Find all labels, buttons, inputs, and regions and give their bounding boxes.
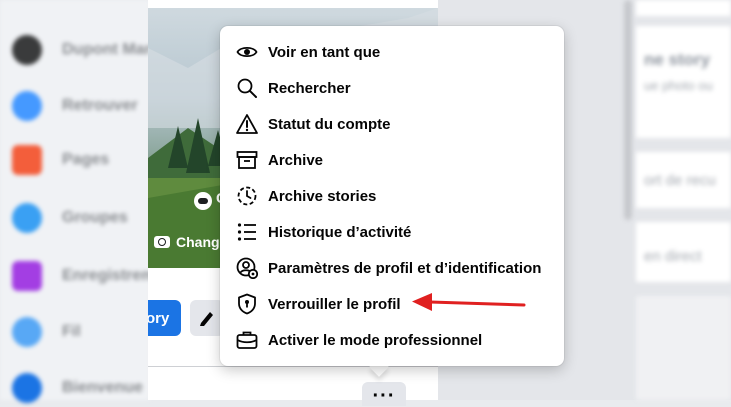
menu-item-label: Statut du compte	[268, 115, 391, 133]
camera-icon	[154, 236, 170, 248]
sidebar-item-label: Retrouver	[62, 97, 138, 114]
right-card[interactable]: ort de recu	[636, 152, 731, 208]
add-story-label: ory	[148, 309, 170, 327]
change-cover-button[interactable]: Chang	[154, 234, 220, 250]
annotation-arrow-icon	[412, 293, 526, 311]
eye-icon	[234, 39, 260, 65]
story-card-title: ne story	[644, 50, 711, 69]
sidebar-item-pages[interactable]: Pages	[12, 142, 109, 178]
feed-icon	[12, 317, 42, 347]
menu-item-archive[interactable]: Archive	[228, 142, 556, 178]
bookmark-icon	[12, 261, 42, 291]
change-cover-label: Chang	[176, 234, 220, 250]
menu-item-label: Archive	[268, 151, 324, 169]
right-card-text: ort de recu	[644, 172, 716, 189]
facebook-icon	[12, 373, 42, 403]
story-card[interactable]: ne story ue photo ou	[636, 26, 731, 138]
sidebar-item-label: Groupes	[62, 209, 128, 226]
archive-box-icon	[234, 147, 260, 173]
groups-icon	[12, 203, 42, 233]
menu-item-archive-stories[interactable]: Archive stories	[228, 178, 556, 214]
sidebar-item-feed[interactable]: Fil	[12, 314, 81, 350]
right-card	[636, 0, 731, 16]
more-options-button[interactable]: ···	[362, 382, 406, 406]
shield-lock-icon	[234, 291, 260, 317]
menu-item-search[interactable]: Rechercher	[228, 70, 556, 106]
flag-icon	[12, 145, 42, 175]
sidebar-item-welcome[interactable]: Bienvenue	[12, 370, 143, 406]
menu-item-view-as[interactable]: Voir en tant que	[228, 34, 556, 70]
sidebar-item-label: Bienvenue	[62, 379, 143, 396]
menu-item-profile-settings[interactable]: Paramètres de profil et d’identification	[228, 250, 556, 286]
edit-profile-button[interactable]	[190, 300, 224, 336]
list-icon	[234, 219, 260, 245]
briefcase-icon	[234, 327, 260, 353]
menu-item-label: Voir en tant que	[268, 43, 381, 61]
scrollbar[interactable]	[624, 0, 632, 220]
menu-item-label: Activer le mode professionnel	[268, 331, 483, 349]
divider	[148, 366, 438, 367]
sidebar-item-groups[interactable]: Groupes	[12, 200, 128, 236]
menu-item-activity-log[interactable]: Historique d’activité	[228, 214, 556, 250]
search-icon	[234, 75, 260, 101]
avatar	[12, 35, 42, 65]
menu-item-label: Archive stories	[268, 187, 377, 205]
right-card[interactable]: en direct	[636, 222, 731, 282]
left-sidebar: Dupont Marie Retrouver Pages Groupes Enr…	[0, 0, 188, 403]
sidebar-item-label: Pages	[62, 151, 110, 168]
profile-settings-icon	[234, 255, 260, 281]
add-story-button[interactable]: ory	[148, 300, 181, 336]
right-card-text: en direct	[644, 248, 702, 265]
avatar-frame-icon[interactable]	[194, 192, 212, 210]
warning-icon	[234, 111, 260, 137]
pencil-icon	[200, 312, 213, 326]
menu-item-label: Historique d’activité	[268, 223, 412, 241]
story-card-subtitle: ue photo ou	[644, 78, 713, 93]
sidebar-item-find[interactable]: Retrouver	[12, 88, 138, 124]
menu-item-label: Verrouiller le profil	[268, 295, 401, 313]
sidebar-item-label: Fil	[62, 323, 81, 340]
menu-item-professional-mode[interactable]: Activer le mode professionnel	[228, 322, 556, 358]
people-icon	[12, 91, 42, 121]
menu-item-label: Rechercher	[268, 79, 351, 97]
right-card	[636, 296, 731, 400]
menu-item-label: Paramètres de profil et d’identification	[268, 259, 542, 277]
story-archive-icon	[234, 183, 260, 209]
menu-item-account-status[interactable]: Statut du compte	[228, 106, 556, 142]
sidebar-item-profile[interactable]: Dupont Marie	[12, 32, 164, 68]
more-dots-icon: ···	[372, 385, 396, 407]
